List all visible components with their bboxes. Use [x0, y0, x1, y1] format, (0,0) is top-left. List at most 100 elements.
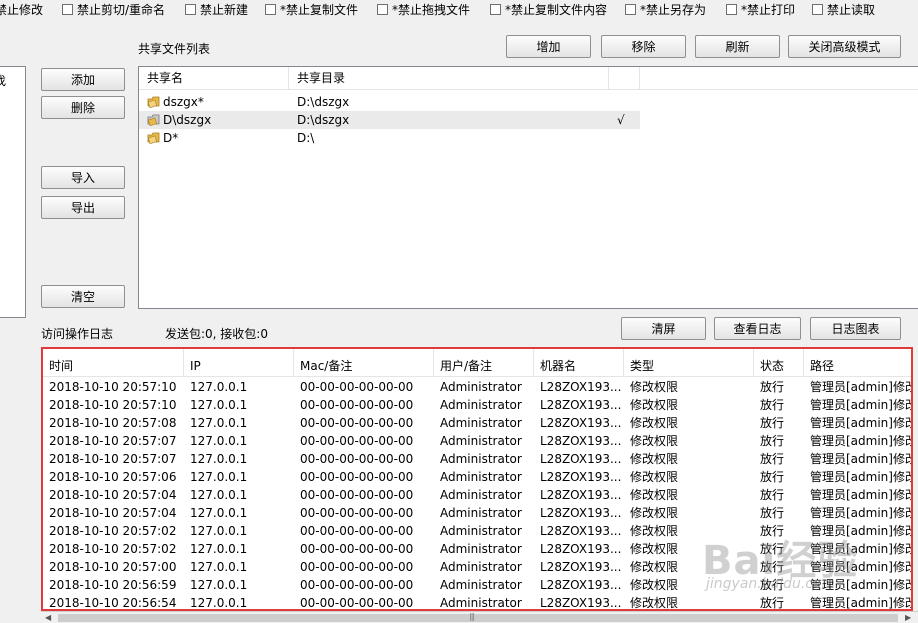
- scrollbar-thumb[interactable]: [58, 614, 898, 622]
- log-row[interactable]: 2018-10-10 20:57:02 127.0.0.1 00-00-00-00-…: [43, 540, 911, 558]
- checkbox-box[interactable]: [490, 3, 501, 15]
- share-list-title: 共享文件列表: [138, 42, 211, 56]
- log-cell-status: 放行: [760, 452, 785, 466]
- left-panel-fragment: 找: [0, 74, 7, 88]
- log-cell-type: 修改权限: [630, 452, 679, 466]
- log-row[interactable]: 2018-10-10 20:57:08 127.0.0.1 00-00-00-00-…: [43, 414, 911, 432]
- log-row[interactable]: 2018-10-10 20:57:10 127.0.0.1 00-00-00-00-…: [43, 378, 911, 396]
- checkbox-deny-copy-content[interactable]: *禁止复制文件内容: [490, 1, 607, 17]
- log-row[interactable]: 2018-10-10 20:57:07 127.0.0.1 00-00-00-00-…: [43, 432, 911, 450]
- share-dir: D:\: [297, 131, 315, 145]
- delete-button[interactable]: 删除: [41, 96, 125, 119]
- log-row[interactable]: 2018-10-10 20:57:10 127.0.0.1 00-00-00-00-…: [43, 396, 911, 414]
- log-cell-machine: L28ZOX193...: [540, 488, 622, 502]
- log-table-header: 时间 IP Mac/备注 用户/备注 机器名 类型 状态 路径: [43, 349, 911, 377]
- checkbox-deny-read[interactable]: 禁止读取: [812, 1, 875, 17]
- scroll-left-arrow-icon[interactable]: ◀: [45, 613, 51, 622]
- log-cell-time: 2018-10-10 20:56:59: [49, 578, 177, 592]
- log-cell-time: 2018-10-10 20:57:00: [49, 560, 177, 574]
- import-button[interactable]: 导入: [41, 166, 125, 189]
- log-cell-machine: L28ZOX193...: [540, 416, 622, 430]
- column-header-extra[interactable]: [609, 67, 640, 89]
- log-row[interactable]: 2018-10-10 20:57:07 127.0.0.1 00-00-00-00-…: [43, 450, 911, 468]
- log-cell-type: 修改权限: [630, 578, 679, 592]
- column-header-share-dir[interactable]: 共享目录: [289, 67, 609, 89]
- checkbox-box[interactable]: [377, 3, 388, 15]
- horizontal-scrollbar[interactable]: ◀ ||| ▶: [41, 611, 918, 623]
- share-row[interactable]: dszgx* D:\dszgx: [139, 93, 639, 111]
- column-header-type[interactable]: 类型: [624, 349, 754, 376]
- column-header-user[interactable]: 用户/备注: [434, 349, 534, 376]
- log-cell-path: 管理员[admin]修改共: [810, 542, 911, 556]
- log-cell-ip: 127.0.0.1: [190, 578, 248, 592]
- export-button[interactable]: 导出: [41, 196, 125, 219]
- share-row-selected[interactable]: D\dszgx D:\dszgx √: [139, 111, 640, 129]
- share-dir: D:\dszgx: [297, 113, 350, 127]
- add-button[interactable]: 添加: [41, 68, 125, 91]
- scroll-right-arrow-icon[interactable]: ▶: [905, 613, 911, 622]
- column-header-share-name[interactable]: 共享名: [139, 67, 289, 89]
- clear-screen-button[interactable]: 清屏: [621, 317, 706, 340]
- share-add-button[interactable]: 增加: [506, 35, 591, 58]
- scrollbar-grip-icon: |||: [469, 612, 475, 621]
- checkbox-deny-save-as[interactable]: *禁止另存为: [625, 1, 706, 17]
- checkbox-deny-print[interactable]: *禁止打印: [726, 1, 795, 17]
- access-log-table[interactable]: 时间 IP Mac/备注 用户/备注 机器名 类型 状态 路径 2018-10-…: [41, 347, 913, 611]
- log-row[interactable]: 2018-10-10 20:57:04 127.0.0.1 00-00-00-00-…: [43, 486, 911, 504]
- log-cell-user: Administrator: [440, 398, 522, 412]
- checkbox-box[interactable]: [62, 3, 73, 15]
- share-refresh-button[interactable]: 刷新: [695, 35, 780, 58]
- log-cell-machine: L28ZOX193...: [540, 434, 622, 448]
- log-cell-mac: 00-00-00-00-00-00: [300, 470, 414, 484]
- checkbox-box[interactable]: [625, 3, 636, 15]
- share-file-list[interactable]: 共享名 共享目录 dszgx* D:\dszgx D\dszgx D:\dszg…: [138, 66, 918, 309]
- log-cell-machine: L28ZOX193...: [540, 470, 622, 484]
- checkbox-deny-create[interactable]: 禁止新建: [185, 1, 248, 17]
- share-name: dszgx*: [163, 95, 204, 109]
- log-cell-mac: 00-00-00-00-00-00: [300, 416, 414, 430]
- share-dir: D:\dszgx: [297, 95, 350, 109]
- share-remove-button[interactable]: 移除: [601, 35, 686, 58]
- log-cell-user: Administrator: [440, 416, 522, 430]
- log-cell-path: 管理员[admin]修改共: [810, 380, 911, 394]
- log-cell-type: 修改权限: [630, 434, 679, 448]
- checkbox-deny-drag-file[interactable]: *禁止拖拽文件: [377, 1, 470, 17]
- log-chart-button[interactable]: 日志图表: [810, 317, 901, 340]
- checkbox-box[interactable]: [812, 3, 823, 15]
- log-cell-time: 2018-10-10 20:57:06: [49, 470, 177, 484]
- log-row[interactable]: 2018-10-10 20:57:02 127.0.0.1 00-00-00-00-…: [43, 522, 911, 540]
- log-cell-type: 修改权限: [630, 416, 679, 430]
- log-cell-time: 2018-10-10 20:57:10: [49, 380, 177, 394]
- log-row[interactable]: 2018-10-10 20:56:54 127.0.0.1 00-00-00-00-…: [43, 594, 911, 609]
- log-cell-machine: L28ZOX193...: [540, 398, 622, 412]
- checkbox-box[interactable]: [185, 3, 196, 15]
- column-header-machine[interactable]: 机器名: [534, 349, 624, 376]
- log-row[interactable]: 2018-10-10 20:57:04 127.0.0.1 00-00-00-00-…: [43, 504, 911, 522]
- view-log-button[interactable]: 查看日志: [714, 317, 801, 340]
- left-list-panel[interactable]: 找: [0, 66, 26, 318]
- log-row[interactable]: 2018-10-10 20:57:00 127.0.0.1 00-00-00-00-…: [43, 558, 911, 576]
- checkbox-deny-modify[interactable]: 禁止修改: [0, 1, 43, 17]
- column-header-ip[interactable]: IP: [184, 349, 294, 376]
- checkbox-deny-cut-rename[interactable]: 禁止剪切/重命名: [62, 1, 165, 17]
- log-cell-type: 修改权限: [630, 488, 679, 502]
- checkbox-box[interactable]: [726, 3, 737, 15]
- log-cell-status: 放行: [760, 542, 785, 556]
- log-row[interactable]: 2018-10-10 20:56:59 127.0.0.1 00-00-00-00-…: [43, 576, 911, 594]
- log-cell-user: Administrator: [440, 524, 522, 538]
- column-header-status[interactable]: 状态: [754, 349, 804, 376]
- clear-button[interactable]: 清空: [41, 285, 125, 308]
- log-cell-mac: 00-00-00-00-00-00: [300, 506, 414, 520]
- column-header-mac[interactable]: Mac/备注: [294, 349, 434, 376]
- checkbox-deny-copy-file[interactable]: *禁止复制文件: [265, 1, 358, 17]
- column-header-time[interactable]: 时间: [43, 349, 184, 376]
- checkbox-box[interactable]: [265, 3, 276, 15]
- column-header-path[interactable]: 路径: [804, 349, 911, 376]
- log-cell-path: 管理员[admin]修改共: [810, 434, 911, 448]
- close-advanced-mode-button[interactable]: 关闭高级模式: [788, 35, 901, 58]
- log-cell-path: 管理员[admin]修改共: [810, 416, 911, 430]
- log-row[interactable]: 2018-10-10 20:57:06 127.0.0.1 00-00-00-00-…: [43, 468, 911, 486]
- log-cell-mac: 00-00-00-00-00-00: [300, 380, 414, 394]
- share-row[interactable]: D* D:\: [139, 129, 639, 147]
- log-cell-path: 管理员[admin]修改共: [810, 560, 911, 574]
